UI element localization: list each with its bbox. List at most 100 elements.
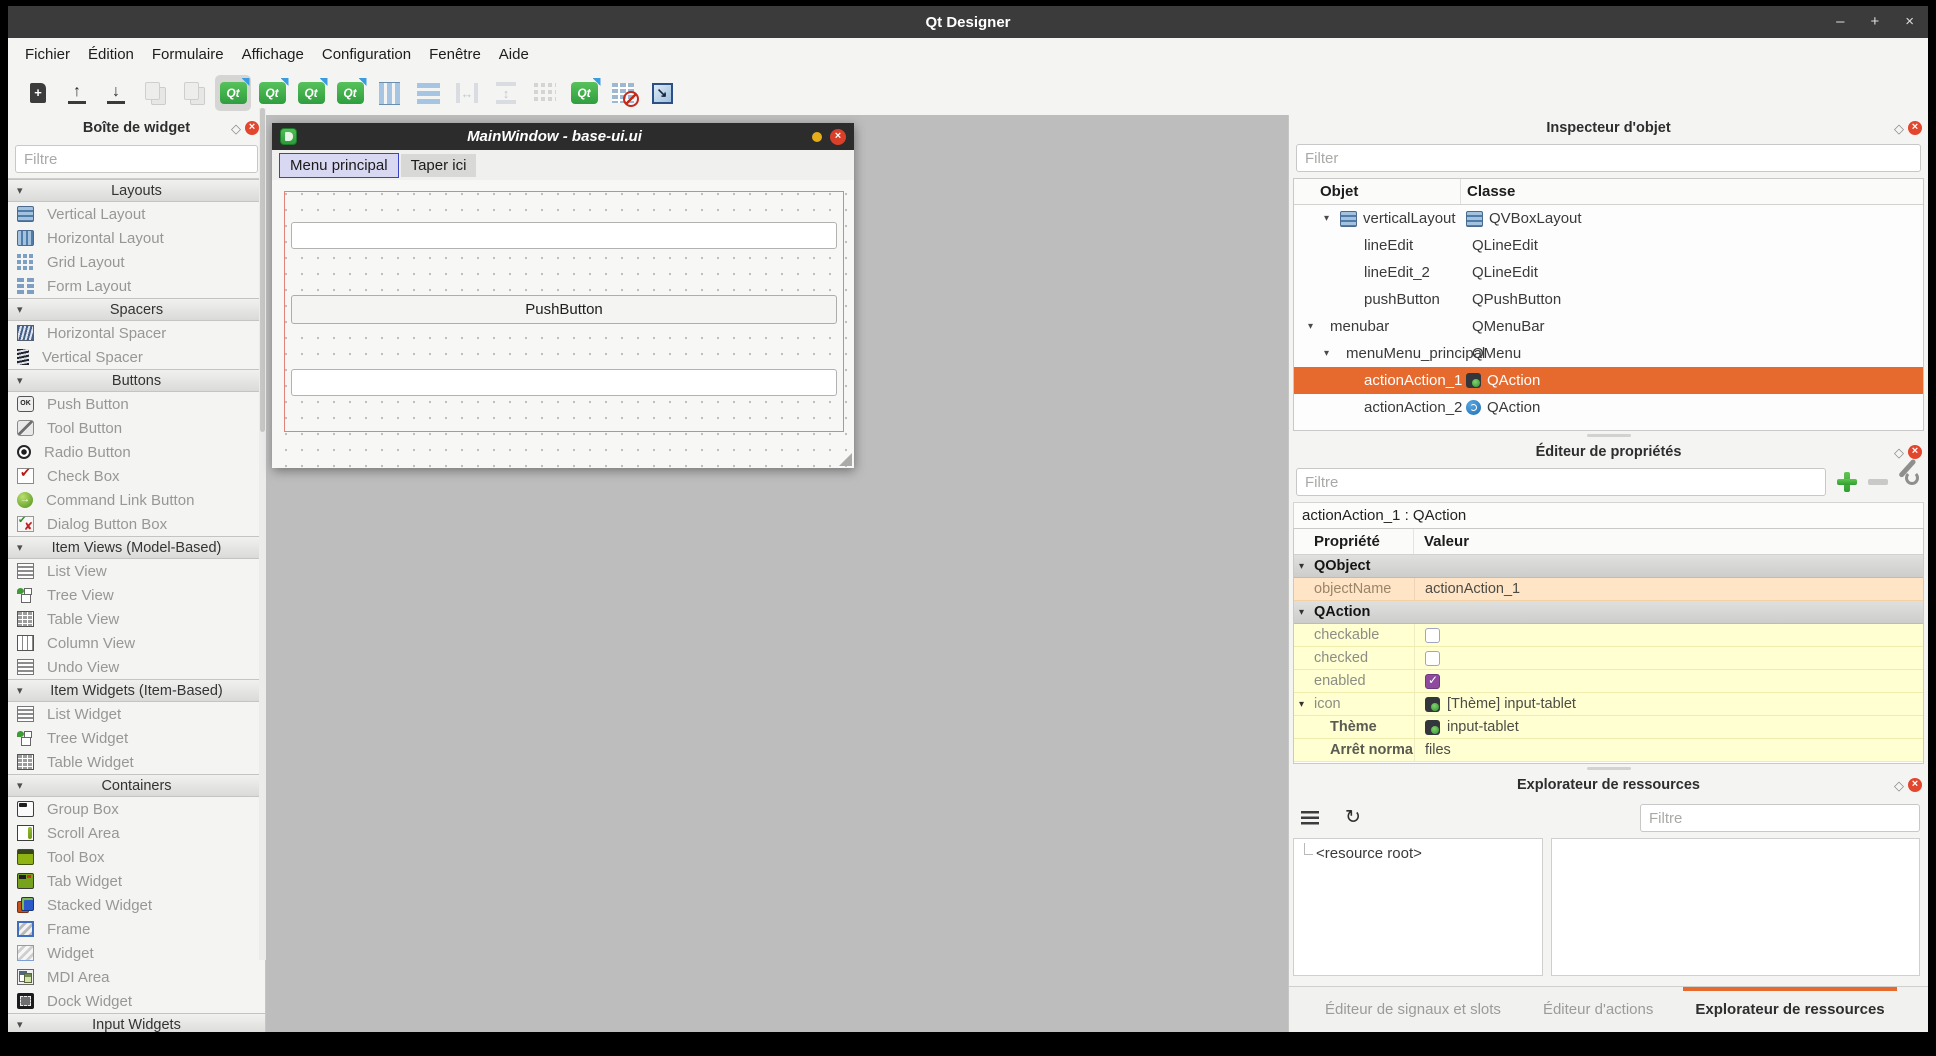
property-row-objectname[interactable]: objectName actionAction_1	[1294, 578, 1923, 601]
configure-property-editor-icon[interactable]	[1898, 471, 1920, 493]
line-edit-widget[interactable]	[291, 222, 837, 249]
break-layout-icon[interactable]	[605, 75, 641, 111]
layout-form-icon[interactable]	[566, 75, 602, 111]
form-window-titlebar[interactable]: MainWindow - base-ui.ui ×	[272, 123, 854, 150]
edit-buddies-icon[interactable]	[293, 75, 329, 111]
maximize-icon[interactable]: +	[1870, 6, 1879, 38]
inspector-tree-row[interactable]: ▾ menuMenu_principal QMenu	[1294, 340, 1923, 367]
remove-dynamic-property-icon[interactable]	[1868, 479, 1888, 485]
widget-box-row[interactable]: Grid Layout	[8, 250, 265, 274]
widget-box-row[interactable]: List View	[8, 559, 265, 583]
adjust-size-icon[interactable]	[644, 75, 680, 111]
widget-box-row[interactable]: Tool Box	[8, 845, 265, 869]
expand-arrow-icon[interactable]: ▾	[1299, 699, 1304, 710]
expand-arrow-icon[interactable]: ▾	[1299, 607, 1304, 618]
form-menu-principal[interactable]: Menu principal	[279, 153, 399, 178]
inspector-tree-row[interactable]: lineEdit_2 QLineEdit	[1294, 259, 1923, 286]
close-dock-icon[interactable]: ×	[1908, 445, 1922, 459]
widget-box-row[interactable]: Spacers	[8, 298, 265, 321]
widget-box-row[interactable]: Dialog Button Box	[8, 512, 265, 536]
minimize-icon[interactable]: –	[1836, 6, 1844, 38]
property-row-checked[interactable]: checked	[1294, 647, 1923, 670]
property-row-checkable[interactable]: checkable	[1294, 624, 1923, 647]
inspector-tree-row[interactable]: actionAction_2 QAction	[1294, 394, 1923, 421]
close-dock-icon[interactable]: ×	[1908, 121, 1922, 135]
form-body[interactable]: PushButton	[272, 180, 854, 468]
widget-box-row[interactable]: Buttons	[8, 369, 265, 392]
widget-box-row[interactable]: Table Widget	[8, 750, 265, 774]
line-edit-2-widget[interactable]	[291, 369, 837, 396]
save-form-icon[interactable]	[98, 75, 134, 111]
layout-vertical-icon[interactable]	[410, 75, 446, 111]
widget-box-row[interactable]: Widget	[8, 941, 265, 965]
property-group-qobject[interactable]: ▾ QObject	[1294, 555, 1923, 578]
widget-box-row[interactable]: List Widget	[8, 702, 265, 726]
widget-box-row[interactable]: Vertical Layout	[8, 202, 265, 226]
menu-item[interactable]: Fenêtre	[420, 42, 490, 67]
widget-box-row[interactable]: Input Widgets	[8, 1013, 265, 1032]
widget-box-row[interactable]: Table View	[8, 607, 265, 631]
object-inspector-filter-input[interactable]	[1296, 144, 1921, 172]
expand-arrow-icon[interactable]: ▾	[1324, 348, 1340, 359]
tab-action-editor[interactable]: Éditeur d'actions	[1541, 987, 1655, 1032]
open-form-icon[interactable]	[59, 75, 95, 111]
resource-root-item[interactable]: <resource root>	[1300, 845, 1542, 862]
resize-grip-icon[interactable]	[839, 453, 852, 466]
property-row-icon[interactable]: ▾ icon [Thème] input-tablet	[1294, 693, 1923, 716]
float-dock-icon[interactable]: ◇	[231, 122, 241, 135]
widget-box-row[interactable]: Tool Button	[8, 416, 265, 440]
layout-horizontal-icon[interactable]	[371, 75, 407, 111]
menu-item[interactable]: Configuration	[313, 42, 420, 67]
widget-box-scrollbar[interactable]	[259, 108, 266, 960]
form-menu-type-here[interactable]: Taper ici	[401, 154, 477, 177]
form-close-icon[interactable]: ×	[830, 129, 846, 145]
menu-item[interactable]: Fichier	[16, 42, 79, 67]
widget-box-filter-input[interactable]	[15, 145, 258, 173]
edit-signals-slots-icon[interactable]	[254, 75, 290, 111]
property-column-header[interactable]: Propriété Valeur	[1294, 529, 1923, 555]
float-dock-icon[interactable]: ◇	[1894, 446, 1904, 459]
inspector-tree-row[interactable]: actionAction_1 QAction	[1294, 367, 1923, 394]
expand-arrow-icon[interactable]: ▾	[1299, 561, 1304, 572]
widget-box-row[interactable]: Undo View	[8, 655, 265, 679]
close-dock-icon[interactable]: ×	[245, 121, 259, 135]
expand-arrow-icon[interactable]: ▾	[1308, 321, 1324, 332]
widget-box-row[interactable]: Frame	[8, 917, 265, 941]
reload-icon[interactable]: ↻	[1345, 809, 1361, 827]
property-row-normal-off[interactable]: Arrêt normal files	[1294, 739, 1923, 762]
menu-item[interactable]: Édition	[79, 42, 143, 67]
property-filter-input[interactable]	[1296, 468, 1826, 496]
widget-box-row[interactable]: Check Box	[8, 464, 265, 488]
property-row-enabled[interactable]: enabled	[1294, 670, 1923, 693]
widget-box-row[interactable]: Form Layout	[8, 274, 265, 298]
float-dock-icon[interactable]: ◇	[1894, 122, 1904, 135]
inspector-tree-row[interactable]: lineEdit QLineEdit	[1294, 232, 1923, 259]
expand-arrow-icon[interactable]: ▾	[1324, 213, 1340, 224]
vertical-layout-frame[interactable]: PushButton	[284, 191, 844, 432]
widget-box-row[interactable]: Tree View	[8, 583, 265, 607]
float-dock-icon[interactable]: ◇	[1894, 779, 1904, 792]
new-form-icon[interactable]	[20, 75, 56, 111]
layout-horizontal-splitter-icon[interactable]	[449, 75, 485, 111]
enabled-checkbox[interactable]	[1425, 674, 1440, 689]
dock-splitter[interactable]	[1289, 764, 1928, 772]
menu-item[interactable]: Affichage	[233, 42, 313, 67]
titlebar[interactable]: Qt Designer – + ×	[8, 6, 1928, 38]
layout-vertical-splitter-icon[interactable]	[488, 75, 524, 111]
inspector-tree-row[interactable]: pushButton QPushButton	[1294, 286, 1923, 313]
widget-box-row[interactable]: Push Button	[8, 392, 265, 416]
edit-widgets-icon[interactable]	[215, 75, 251, 111]
property-group-qaction[interactable]: ▾ QAction	[1294, 601, 1923, 624]
widget-box-row[interactable]: Containers	[8, 774, 265, 797]
edit-tab-order-icon[interactable]	[332, 75, 368, 111]
copy-icon[interactable]	[137, 75, 173, 111]
push-button-widget[interactable]: PushButton	[291, 295, 837, 324]
widget-box-row[interactable]: Command Link Button	[8, 488, 265, 512]
close-icon[interactable]: ×	[1905, 6, 1914, 38]
widget-box-row[interactable]: Group Box	[8, 797, 265, 821]
widget-box-row[interactable]: Radio Button	[8, 440, 265, 464]
widget-box-row[interactable]: Scroll Area	[8, 821, 265, 845]
menu-item[interactable]: Aide	[490, 42, 538, 67]
widget-box-row[interactable]: Horizontal Layout	[8, 226, 265, 250]
widget-box-row[interactable]: Tree Widget	[8, 726, 265, 750]
